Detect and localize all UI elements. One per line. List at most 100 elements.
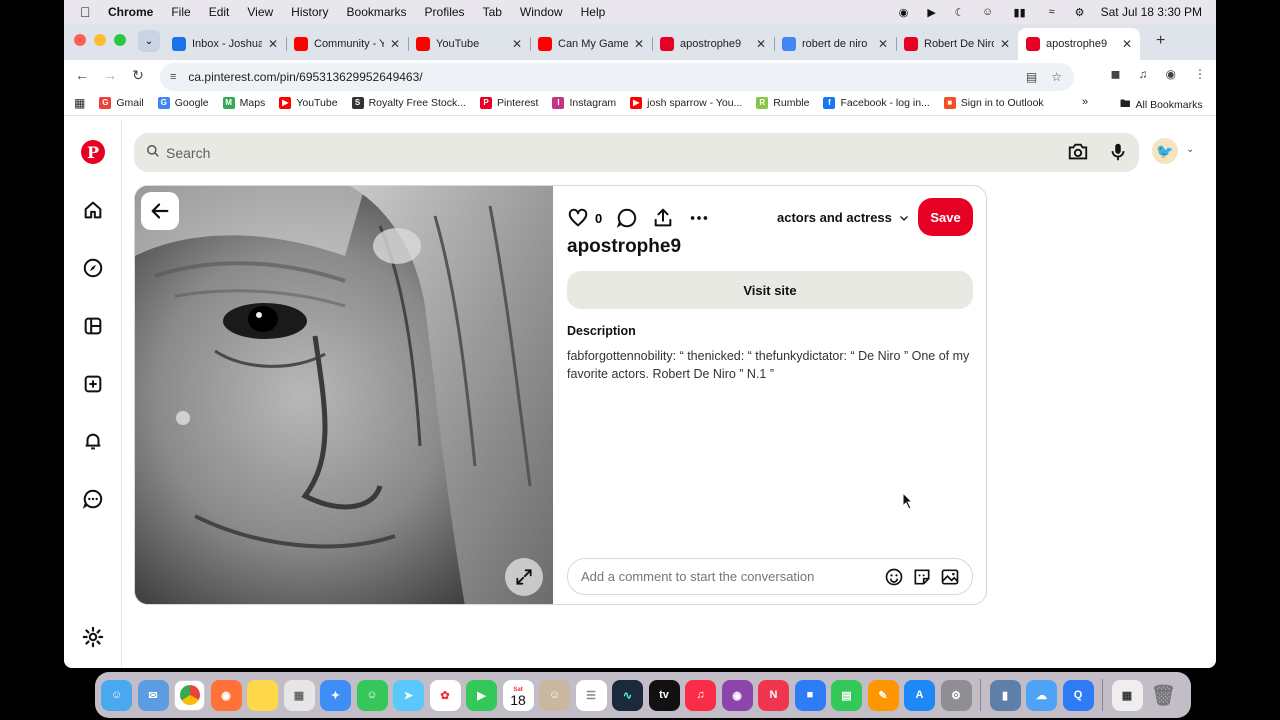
menubar-clock[interactable]: Sat Jul 18 3:30 PM (1101, 5, 1202, 19)
close-window-button[interactable] (74, 34, 86, 46)
menu-profiles[interactable]: Profiles (425, 5, 465, 19)
menu-edit[interactable]: Edit (209, 5, 230, 19)
menu-window[interactable]: Window (520, 5, 563, 19)
control-center-icon[interactable]: ⚙ (1073, 6, 1087, 19)
user-status-icon[interactable]: ☺ (981, 6, 995, 18)
trash-icon[interactable]: 🗑 (1148, 680, 1179, 711)
share-button[interactable] (652, 207, 674, 229)
settings-gear-icon[interactable] (81, 625, 105, 649)
apple-tv-icon[interactable]: tv (648, 679, 680, 711)
mail-icon[interactable]: ✉ (137, 679, 169, 711)
expand-image-button[interactable] (505, 558, 543, 596)
boards-icon[interactable] (81, 314, 105, 338)
weather-icon[interactable]: ☁ (1026, 679, 1057, 711)
comment-input[interactable]: Add a comment to start the conversation (567, 558, 973, 595)
reminders-icon[interactable]: ☰ (575, 679, 607, 711)
comment-button[interactable] (616, 207, 638, 229)
bookmark-item[interactable]: f Facebook - log in... (823, 96, 930, 109)
close-tab-icon[interactable]: ✕ (878, 37, 888, 51)
menu-app-name[interactable]: Chrome (108, 5, 153, 19)
menu-file[interactable]: File (171, 5, 190, 19)
browser-tab[interactable]: YouTube ✕ (408, 28, 530, 60)
camera-search-icon[interactable] (1067, 141, 1089, 166)
menu-view[interactable]: View (247, 5, 273, 19)
notifications-bell-icon[interactable] (81, 429, 105, 453)
photos-icon[interactable]: ✿ (429, 679, 461, 711)
reload-icon[interactable]: ↻ (128, 67, 148, 84)
bookmark-item[interactable]: ▶ YouTube (279, 96, 338, 109)
browser-tab[interactable]: Robert De Niro ✕ (896, 28, 1018, 60)
pages-icon[interactable]: ✎ (867, 679, 899, 711)
firefox-icon[interactable]: ◉ (210, 679, 242, 711)
sticker-icon[interactable] (912, 567, 932, 587)
close-tab-icon[interactable]: ✕ (634, 37, 644, 51)
close-tab-icon[interactable]: ✕ (512, 37, 522, 51)
media-control-icon[interactable]: ♫ (1139, 67, 1148, 81)
emoji-icon[interactable] (884, 567, 904, 587)
close-tab-icon[interactable]: ✕ (390, 37, 400, 51)
system-settings-icon[interactable]: ⚙ (940, 679, 972, 711)
bookmark-item[interactable]: S Royalty Free Stock... (351, 96, 466, 109)
utility-app-icon[interactable]: ▮ (989, 679, 1021, 711)
image-upload-icon[interactable] (940, 567, 960, 587)
minimize-window-button[interactable] (94, 34, 106, 46)
visit-site-button[interactable]: Visit site (567, 271, 973, 309)
close-tab-icon[interactable]: ✕ (1000, 37, 1010, 51)
browser-tab[interactable]: apostrophe9 ✕ (652, 28, 774, 60)
close-tab-icon[interactable]: ✕ (268, 37, 278, 51)
install-app-icon[interactable]: ▤ (1026, 70, 1037, 84)
maps-app-icon[interactable]: ➤ (393, 679, 424, 711)
bookmark-item[interactable]: P Pinterest (480, 96, 538, 109)
menu-help[interactable]: Help (581, 5, 606, 19)
new-tab-button[interactable]: + (1156, 32, 1165, 50)
notes-icon[interactable] (247, 679, 278, 711)
preview-window-icon[interactable]: ▦ (1111, 679, 1143, 711)
explore-compass-icon[interactable] (81, 256, 105, 280)
microphone-icon[interactable] (1107, 141, 1129, 166)
avatar[interactable]: 🐦 (1152, 138, 1178, 164)
home-icon[interactable] (81, 198, 105, 222)
browser-tab[interactable]: Community - Y ✕ (286, 28, 408, 60)
back-nav-icon[interactable]: ← (72, 67, 92, 83)
music-icon[interactable]: ♫ (685, 679, 716, 711)
search-bar[interactable]: Search (134, 133, 1139, 172)
menu-history[interactable]: History (291, 5, 328, 19)
create-plus-icon[interactable] (81, 372, 105, 396)
bookmark-star-icon[interactable]: ☆ (1051, 70, 1062, 84)
calendar-icon[interactable]: Sat 18 (502, 679, 534, 711)
save-button[interactable]: Save (918, 198, 973, 236)
chevron-down-icon[interactable]: ⌄ (1186, 144, 1194, 155)
battery-icon[interactable]: ▮▮ (1009, 6, 1031, 19)
podcasts-icon[interactable]: ◉ (721, 679, 753, 711)
numbers-icon[interactable]: ▤ (831, 679, 862, 711)
record-icon[interactable]: ◉ (897, 6, 911, 19)
pin-title[interactable]: apostrophe9 (567, 236, 681, 258)
extensions-icon[interactable]: ◼ (1111, 67, 1121, 81)
safari-icon[interactable]: ✦ (320, 679, 351, 711)
pin-image[interactable] (135, 186, 553, 604)
finder-icon[interactable]: ☺ (101, 679, 132, 711)
browser-tab[interactable]: Can My Game ✕ (530, 28, 652, 60)
messages-icon[interactable] (81, 487, 105, 511)
menu-tab[interactable]: Tab (483, 5, 502, 19)
address-bar[interactable]: ≡ ca.pinterest.com/pin/69531362995264946… (160, 63, 1074, 91)
close-tab-icon[interactable]: ✕ (1122, 37, 1132, 51)
facetime-icon[interactable]: ▶ (466, 679, 497, 711)
all-bookmarks-button[interactable]: 🖿 All Bookmarks (1120, 96, 1203, 114)
forward-nav-icon[interactable]: → (100, 67, 120, 83)
bookmark-item[interactable]: ▶ josh sparrow - You... (630, 96, 742, 109)
menu-bookmarks[interactable]: Bookmarks (347, 5, 407, 19)
news-icon[interactable]: N (758, 679, 789, 711)
site-info-icon[interactable]: ≡ (170, 71, 176, 83)
more-bookmarks-icon[interactable]: » (1082, 96, 1088, 108)
app-store-icon[interactable]: A (904, 679, 935, 711)
back-button[interactable] (141, 192, 179, 230)
address-url[interactable]: ca.pinterest.com/pin/695313629952649463/ (188, 70, 422, 84)
pinterest-logo-icon[interactable]: P (81, 140, 105, 164)
messages-app-icon[interactable]: ☺ (356, 679, 388, 711)
play-icon[interactable]: ▶ (925, 6, 939, 19)
bookmark-item[interactable]: I Instagram (552, 96, 616, 109)
contacts-icon[interactable]: ☺ (539, 679, 570, 711)
bookmark-item[interactable]: G Google (157, 96, 209, 109)
bookmark-item[interactable]: ■ Sign in to Outlook (943, 96, 1044, 109)
